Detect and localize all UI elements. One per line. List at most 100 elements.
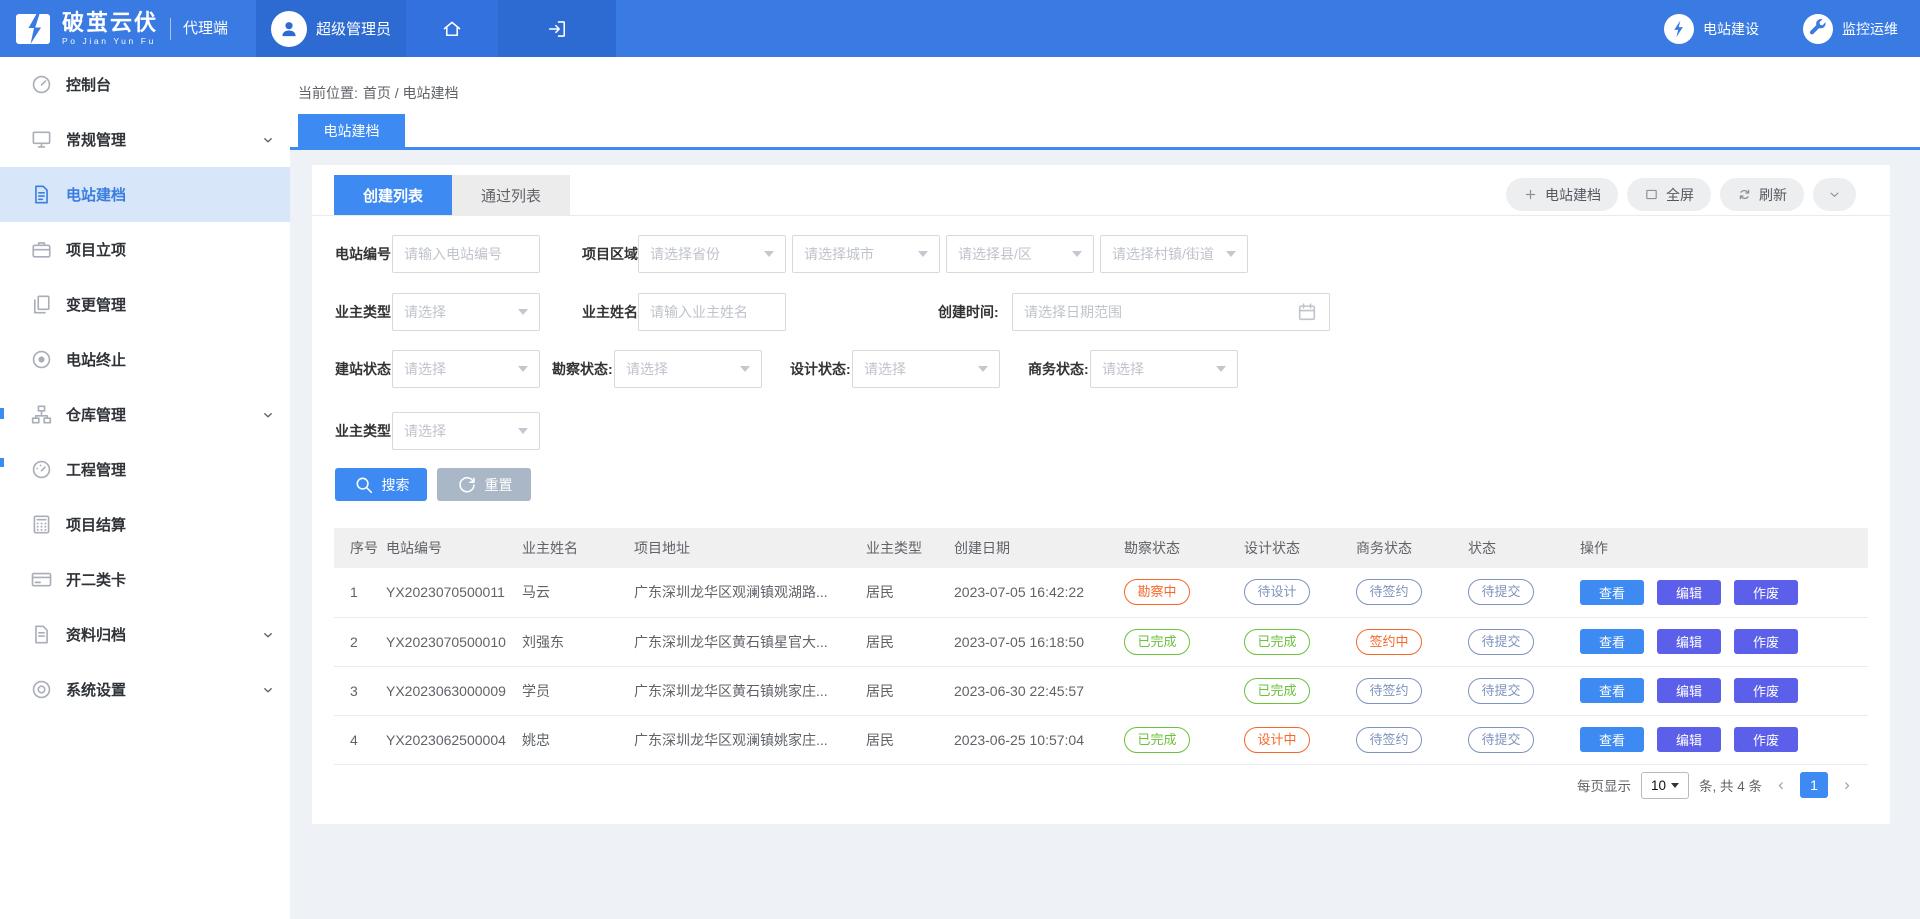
station-no-input[interactable] xyxy=(392,235,540,273)
cell-seq: 1 xyxy=(334,568,386,617)
cell-status-status: 待提交 xyxy=(1468,568,1580,617)
sidebar-item-second-class-card[interactable]: 开二类卡 xyxy=(0,552,290,607)
sidebar-item-project-initiation[interactable]: 项目立项 xyxy=(0,222,290,277)
column-header: 业主类型 xyxy=(866,528,954,568)
edit-button[interactable]: 编辑 xyxy=(1657,727,1721,752)
refresh-button[interactable]: 刷新 xyxy=(1720,178,1804,211)
sidebar-item-label: 资料归档 xyxy=(66,624,126,645)
nav-monitor-ops[interactable]: 监控运维 xyxy=(1803,14,1898,44)
status-badge: 设计中 xyxy=(1244,727,1310,753)
void-button[interactable]: 作废 xyxy=(1734,629,1798,654)
sidebar-item-data-archive[interactable]: 资料归档 xyxy=(0,607,290,662)
search-icon xyxy=(353,474,375,496)
reset-button[interactable]: 重置 xyxy=(437,468,531,501)
collapse-button[interactable] xyxy=(1813,178,1856,211)
settings-icon xyxy=(30,678,53,701)
cell-business-status: 待签约 xyxy=(1356,666,1468,715)
view-button[interactable]: 查看 xyxy=(1580,580,1644,605)
sidebar-item-general-management[interactable]: 常规管理 xyxy=(0,112,290,167)
edit-button[interactable]: 编辑 xyxy=(1657,678,1721,703)
sidebar-item-engineering-management[interactable]: 工程管理 xyxy=(0,442,290,497)
sidebar-item-system-settings[interactable]: 系统设置 xyxy=(0,662,290,717)
copy-icon xyxy=(30,293,53,316)
reset-icon xyxy=(456,474,478,496)
owner-type2-select[interactable]: 请选择 xyxy=(392,412,540,450)
edit-button[interactable]: 编辑 xyxy=(1657,580,1721,605)
create-time-range-picker[interactable]: 请选择日期范围 xyxy=(1012,293,1330,331)
current-user[interactable]: 超级管理员 xyxy=(256,0,406,57)
status-badge: 待设计 xyxy=(1244,579,1310,605)
build-status-select[interactable]: 请选择 xyxy=(392,350,540,388)
void-button[interactable]: 作废 xyxy=(1734,580,1798,605)
cell-survey-status: 已完成 xyxy=(1124,617,1244,666)
sidebar-item-warehouse-management[interactable]: 仓库管理 xyxy=(0,387,290,442)
logout-button[interactable] xyxy=(498,0,616,57)
sidebar-item-change-management[interactable]: 变更管理 xyxy=(0,277,290,332)
status-badge: 已完成 xyxy=(1244,678,1310,704)
caret-down-icon xyxy=(740,366,750,372)
table-row: 3YX2023063000009学员广东深圳龙华区黄石镇姚家庄...居民2023… xyxy=(334,666,1868,715)
status-badge: 待提交 xyxy=(1468,727,1534,753)
cell-owner-name: 学员 xyxy=(522,666,634,715)
wrench-icon xyxy=(1807,18,1829,40)
search-button[interactable]: 搜索 xyxy=(335,468,427,501)
topbar: 当前位置: 首页 / 电站建档 电站建档 xyxy=(290,57,1920,150)
view-button[interactable]: 查看 xyxy=(1580,727,1644,752)
cell-actions: 查看编辑作废 xyxy=(1580,666,1868,715)
cell-owner-type: 居民 xyxy=(866,666,954,715)
wrench-icon xyxy=(1807,18,1829,40)
build-status-label: 建站状态: xyxy=(335,350,396,388)
cell-status-status: 待提交 xyxy=(1468,617,1580,666)
caret-down-icon xyxy=(518,428,528,434)
table-row: 2YX2023070500010刘强东广东深圳龙华区黄石镇星官大...居民202… xyxy=(334,617,1868,666)
add-station-button[interactable]: 电站建档 xyxy=(1506,178,1618,211)
sidebar-scroll-indicator xyxy=(0,408,4,419)
void-button[interactable]: 作废 xyxy=(1734,727,1798,752)
region-select-0[interactable]: 请选择省份 xyxy=(638,235,786,273)
status-badge: 待提交 xyxy=(1468,678,1534,704)
edit-button[interactable]: 编辑 xyxy=(1657,629,1721,654)
survey-status-select[interactable]: 请选择 xyxy=(614,350,762,388)
cell-station-code: YX2023070500010 xyxy=(386,617,522,666)
sidebar-item-console[interactable]: 控制台 xyxy=(0,57,290,112)
view-button[interactable]: 查看 xyxy=(1580,678,1644,703)
caret-down-icon xyxy=(978,366,988,372)
cell-station-code: YX2023070500011 xyxy=(386,568,522,617)
region-select-1[interactable]: 请选择城市 xyxy=(792,235,940,273)
sitemap-icon xyxy=(30,403,53,426)
owner-type-select[interactable]: 请选择 xyxy=(392,293,540,331)
cell-owner-type: 居民 xyxy=(866,715,954,764)
column-header: 业主姓名 xyxy=(522,528,634,568)
fullscreen-button[interactable]: 全屏 xyxy=(1627,178,1711,211)
page-size-select[interactable]: 10 xyxy=(1641,772,1689,799)
breadcrumb-path[interactable]: 首页 / 电站建档 xyxy=(363,83,459,103)
view-button[interactable]: 查看 xyxy=(1580,629,1644,654)
page-tab-station-archive[interactable]: 电站建档 xyxy=(298,114,405,147)
business-status-label: 商务状态: xyxy=(1028,350,1089,388)
tab-pass-list[interactable]: 通过列表 xyxy=(452,175,570,215)
business-status-select[interactable]: 请选择 xyxy=(1090,350,1238,388)
region-select-3[interactable]: 请选择村镇/街道 xyxy=(1100,235,1248,273)
sidebar-item-station-termination[interactable]: 电站终止 xyxy=(0,332,290,387)
void-button[interactable]: 作废 xyxy=(1734,678,1798,703)
calendar-icon xyxy=(1296,301,1318,323)
next-page-button[interactable]: › xyxy=(1838,771,1856,799)
owner-name-input[interactable] xyxy=(638,293,786,331)
nav-station-build[interactable]: 电站建设 xyxy=(1664,14,1759,44)
page-1-button[interactable]: 1 xyxy=(1800,772,1828,798)
cell-owner-type: 居民 xyxy=(866,568,954,617)
tab-create-list[interactable]: 创建列表 xyxy=(334,175,452,215)
home-button[interactable] xyxy=(406,0,498,57)
reset-icon xyxy=(456,474,478,496)
cell-survey-status xyxy=(1124,666,1244,715)
sidebar-item-label: 仓库管理 xyxy=(66,404,126,425)
sidebar-item-station-archive[interactable]: 电站建档 xyxy=(0,167,290,222)
design-status-select[interactable]: 请选择 xyxy=(852,350,1000,388)
prev-page-button[interactable]: ‹ xyxy=(1772,771,1790,799)
cell-owner-name: 姚忠 xyxy=(522,715,634,764)
region-select-2[interactable]: 请选择县/区 xyxy=(946,235,1094,273)
cell-owner-name: 马云 xyxy=(522,568,634,617)
sidebar-item-project-settlement[interactable]: 项目结算 xyxy=(0,497,290,552)
content-card: 创建列表 通过列表 电站建档全屏刷新 电站编号: 项目区域: 请选择省份请选择城… xyxy=(312,165,1890,824)
caret-down-icon xyxy=(764,251,774,257)
